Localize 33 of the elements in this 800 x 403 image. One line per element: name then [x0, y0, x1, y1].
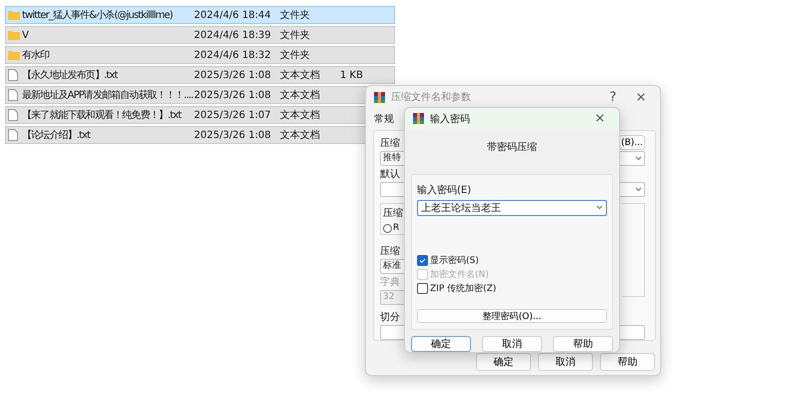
file-name: 【来了就能下载和观看！纯免费！】.txt [22, 108, 181, 122]
group-label: 压缩 [383, 206, 404, 220]
file-type: 文本文档 [280, 68, 320, 82]
window-title: 输入密码 [430, 112, 471, 126]
file-name: 最新地址及APP请发邮箱自动获取！！！.... [22, 88, 193, 102]
file-name: 有水印 [22, 48, 50, 62]
field-label: 压缩 [380, 244, 400, 258]
field-label: 默认 [380, 168, 400, 181]
file-name: twitter_猛人事件&小杀(@justkillllme) [22, 8, 172, 22]
file-size: 1 KB [340, 70, 363, 80]
file-name: 【永久地址发布页】.txt [22, 68, 118, 82]
file-type: 文件夹 [280, 48, 310, 62]
file-date: 2024/4/6 18:39 [194, 30, 271, 40]
file-name: V [22, 30, 28, 40]
checkbox-label: 加密文件名(N) [430, 268, 489, 282]
file-date: 2025/3/26 1:08 [194, 90, 271, 100]
checkbox-label: ZIP 传统加密(Z) [430, 282, 496, 296]
file-type: 文件夹 [280, 28, 310, 42]
file-date: 2024/4/6 18:32 [194, 50, 271, 60]
field-label: 切分 [380, 310, 400, 324]
field-label: 字典 [380, 276, 400, 289]
file-date: 2025/3/26 1:07 [194, 110, 271, 120]
file-type: 文本文档 [280, 128, 320, 142]
file-type: 文本文档 [280, 88, 320, 102]
file-type: 文本文档 [280, 108, 320, 122]
field-label: 输入密码(E) [417, 184, 472, 197]
dialog-heading: 带密码压缩 [487, 140, 537, 154]
file-date: 2024/4/6 18:44 [194, 10, 271, 20]
file-type: 文件夹 [280, 8, 310, 22]
file-date: 2025/3/26 1:08 [194, 130, 271, 140]
checkbox-label: 显示密码(S) [430, 254, 479, 268]
file-date: 2025/3/26 1:08 [194, 70, 271, 80]
file-name: 【论坛介绍】.txt [22, 128, 90, 142]
